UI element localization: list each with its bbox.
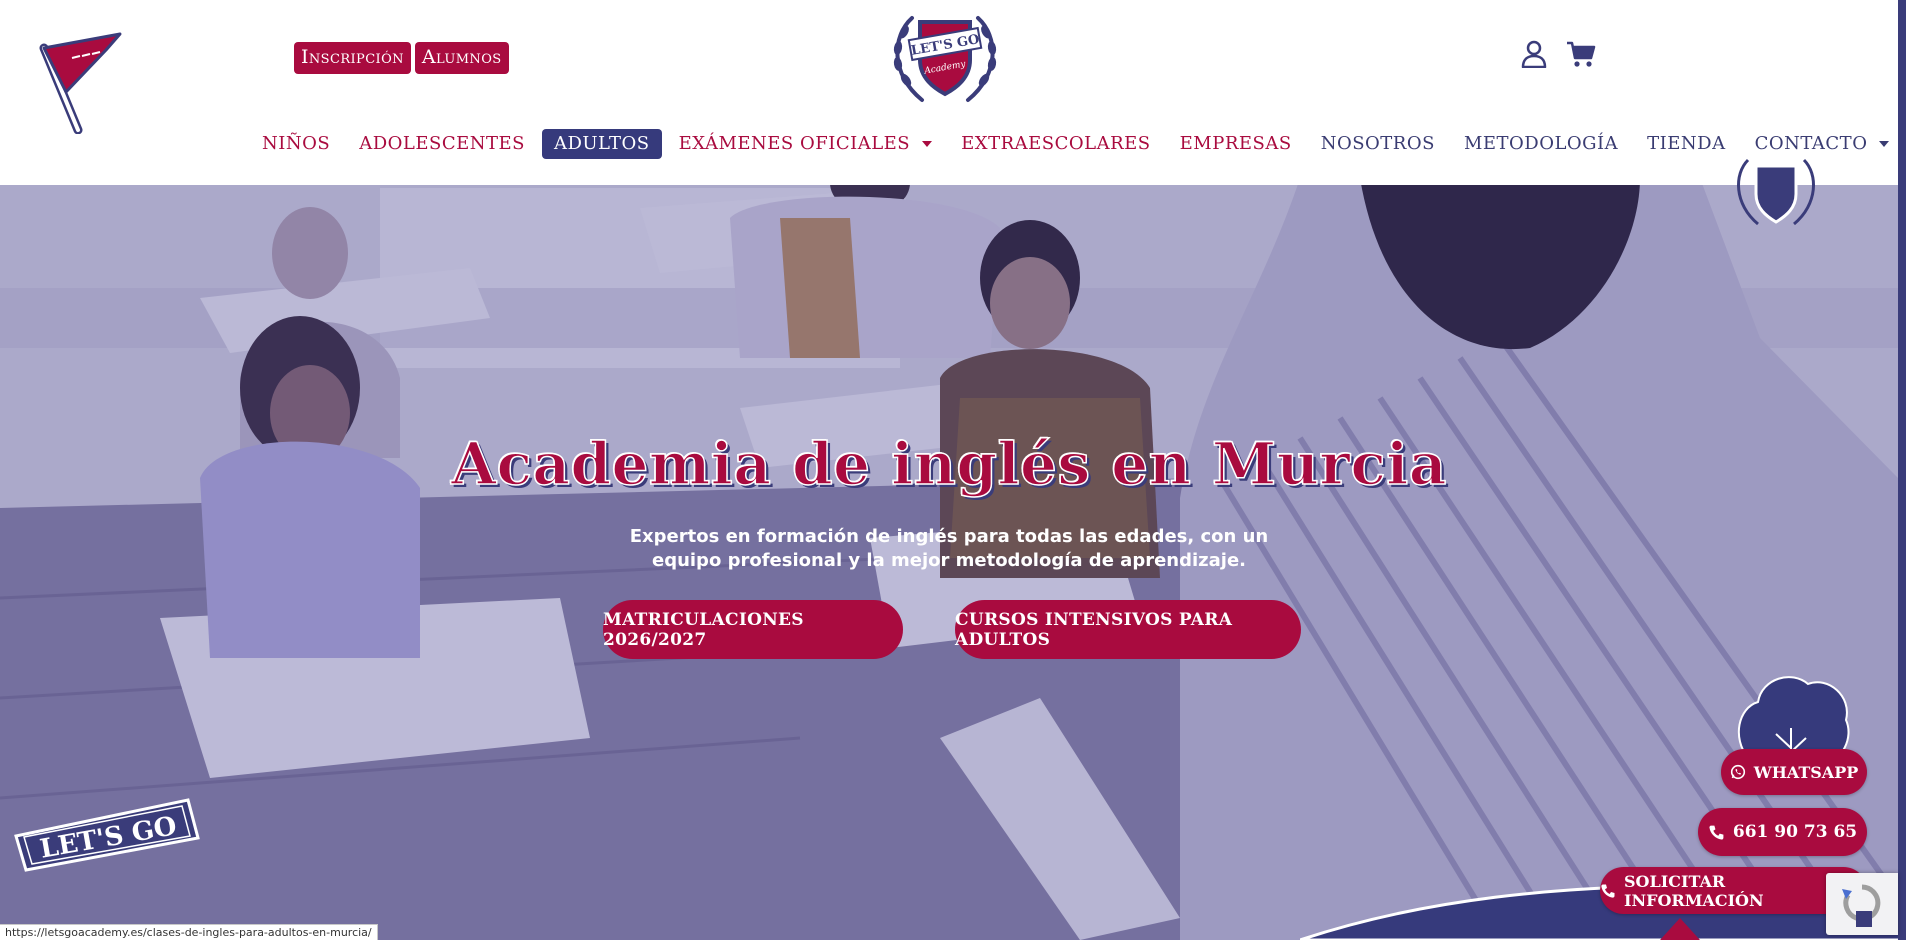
chevron-down-icon [922, 140, 933, 147]
nav-label: ADOLESCENTES [359, 133, 525, 154]
nav-label: ADULTOS [553, 133, 650, 154]
user-account-icon[interactable] [1521, 40, 1547, 68]
phone-button[interactable]: 661 90 73 65 [1698, 808, 1867, 856]
phone-icon [1709, 825, 1724, 840]
chevron-down-icon [1879, 140, 1890, 147]
nav-item-metodologia[interactable]: METODOLOGÍA [1452, 129, 1630, 159]
whatsapp-icon [1730, 764, 1745, 780]
torn-paper-divider [0, 168, 1898, 184]
page-edge-strip [1898, 0, 1906, 940]
nav-item-ninos[interactable]: NIÑOS [250, 129, 342, 159]
nav-item-examenes-oficiales[interactable]: EXÁMENES OFICIALES [667, 129, 945, 159]
pennant-flag-icon[interactable] [34, 30, 130, 134]
nav-label: NOSOTROS [1320, 133, 1435, 154]
alumnos-link[interactable]: Alumnos [414, 42, 509, 74]
hero-subtitle-line1: Expertos en formación de inglés para tod… [629, 526, 1269, 547]
nav-label: EMPRESAS [1179, 133, 1292, 154]
lets-go-sticker: LET'S GO [14, 798, 200, 872]
nav-item-empresas[interactable]: EMPRESAS [1168, 129, 1304, 159]
top-links: Inscripción Alumnos [294, 42, 509, 74]
main-nav: NIÑOS ADOLESCENTES ADULTOS EXÁMENES OFIC… [250, 128, 1906, 160]
nav-item-tienda[interactable]: TIENDA [1635, 129, 1737, 159]
whatsapp-button[interactable]: WHATSAPP [1721, 749, 1867, 795]
cursos-intensivos-button[interactable]: CURSOS INTENSIVOS PARA ADULTOS [955, 600, 1301, 659]
hero-title: Academia de inglés en Murcia [450, 429, 1447, 499]
hero-subtitle-line2: equipo profesional y la mejor metodologí… [651, 550, 1246, 571]
phone-number: 661 90 73 65 [1732, 822, 1858, 842]
matriculaciones-button[interactable]: MATRICULACIONES 2026/2027 [603, 600, 903, 659]
recaptcha-badge[interactable] [1826, 873, 1898, 935]
nav-label: EXTRAESCOLARES [961, 133, 1151, 154]
shield-laurel-icon [1737, 158, 1815, 226]
shopping-cart-icon[interactable] [1566, 41, 1596, 68]
nav-label: CONTACTO [1754, 133, 1868, 154]
hero-subtitle: Expertos en formación de inglés para tod… [0, 525, 1898, 573]
nav-label: NIÑOS [262, 133, 331, 154]
nav-item-extraescolares[interactable]: EXTRAESCOLARES [949, 129, 1163, 159]
nav-label: METODOLOGÍA [1463, 133, 1619, 154]
nav-label: TIENDA [1647, 133, 1726, 154]
lets-go-academy-logo[interactable]: LET'S GO Academy [882, 8, 1008, 108]
site-header: Inscripción Alumnos LET'S GO Academy NIÑ… [0, 0, 1898, 185]
recaptcha-icon [1842, 884, 1881, 927]
whatsapp-label: WHATSAPP [1753, 762, 1859, 782]
nav-item-adolescentes[interactable]: ADOLESCENTES [347, 129, 537, 159]
nav-item-nosotros[interactable]: NOSOTROS [1309, 129, 1447, 159]
status-bar-url: https://letsgoacademy.es/clases-de-ingle… [0, 924, 378, 940]
phone-icon [1601, 884, 1615, 898]
inscripcion-link[interactable]: Inscripción [294, 42, 411, 74]
nav-label: EXÁMENES OFICIALES [678, 133, 911, 154]
nav-item-adultos[interactable]: ADULTOS [541, 129, 662, 159]
